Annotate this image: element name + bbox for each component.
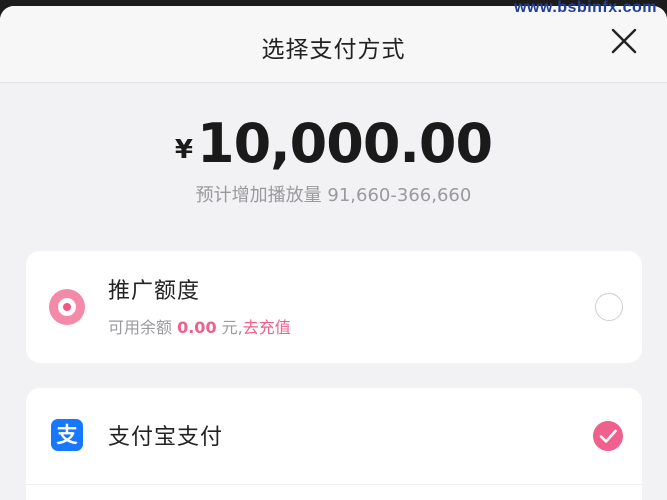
checkmark-icon[interactable] (593, 421, 623, 451)
payment-option-alipay[interactable]: 支 支付宝支付 (26, 388, 642, 500)
payment-sheet: 选择支付方式 ¥10,000.00 预计增加播放量 91,660-366,660… (0, 6, 667, 500)
amount-block: ¥10,000.00 预计增加播放量 91,660-366,660 (0, 112, 667, 207)
recharge-link[interactable]: 去充值 (243, 318, 291, 337)
unselected-radio[interactable] (595, 293, 623, 321)
available-balance: 可用余额 0.00 元,去充值 (108, 314, 291, 338)
alipay-icon: 支 (51, 419, 83, 451)
balance-label: 可用余额 (108, 318, 178, 337)
amount-value: 10,000.00 (197, 112, 493, 175)
payment-option-title: 推广额度 (108, 279, 201, 304)
currency-symbol: ¥ (174, 135, 194, 165)
close-icon[interactable] (609, 26, 639, 56)
payment-option-title: 支付宝支付 (108, 425, 224, 450)
promo-credit-icon (49, 289, 85, 325)
divider (26, 484, 642, 485)
balance-unit: 元, (216, 318, 243, 337)
payment-amount: ¥10,000.00 (0, 112, 667, 175)
sheet-title: 选择支付方式 (261, 37, 406, 63)
sheet-header: 选择支付方式 (0, 6, 667, 83)
balance-value: 0.00 (177, 318, 217, 337)
estimated-plays: 预计增加播放量 91,660-366,660 (195, 185, 472, 206)
watermark: www.bsbinfx.com (514, 0, 657, 16)
payment-option-promo-credit[interactable]: 推广额度 可用余额 0.00 元,去充值 (26, 251, 642, 363)
